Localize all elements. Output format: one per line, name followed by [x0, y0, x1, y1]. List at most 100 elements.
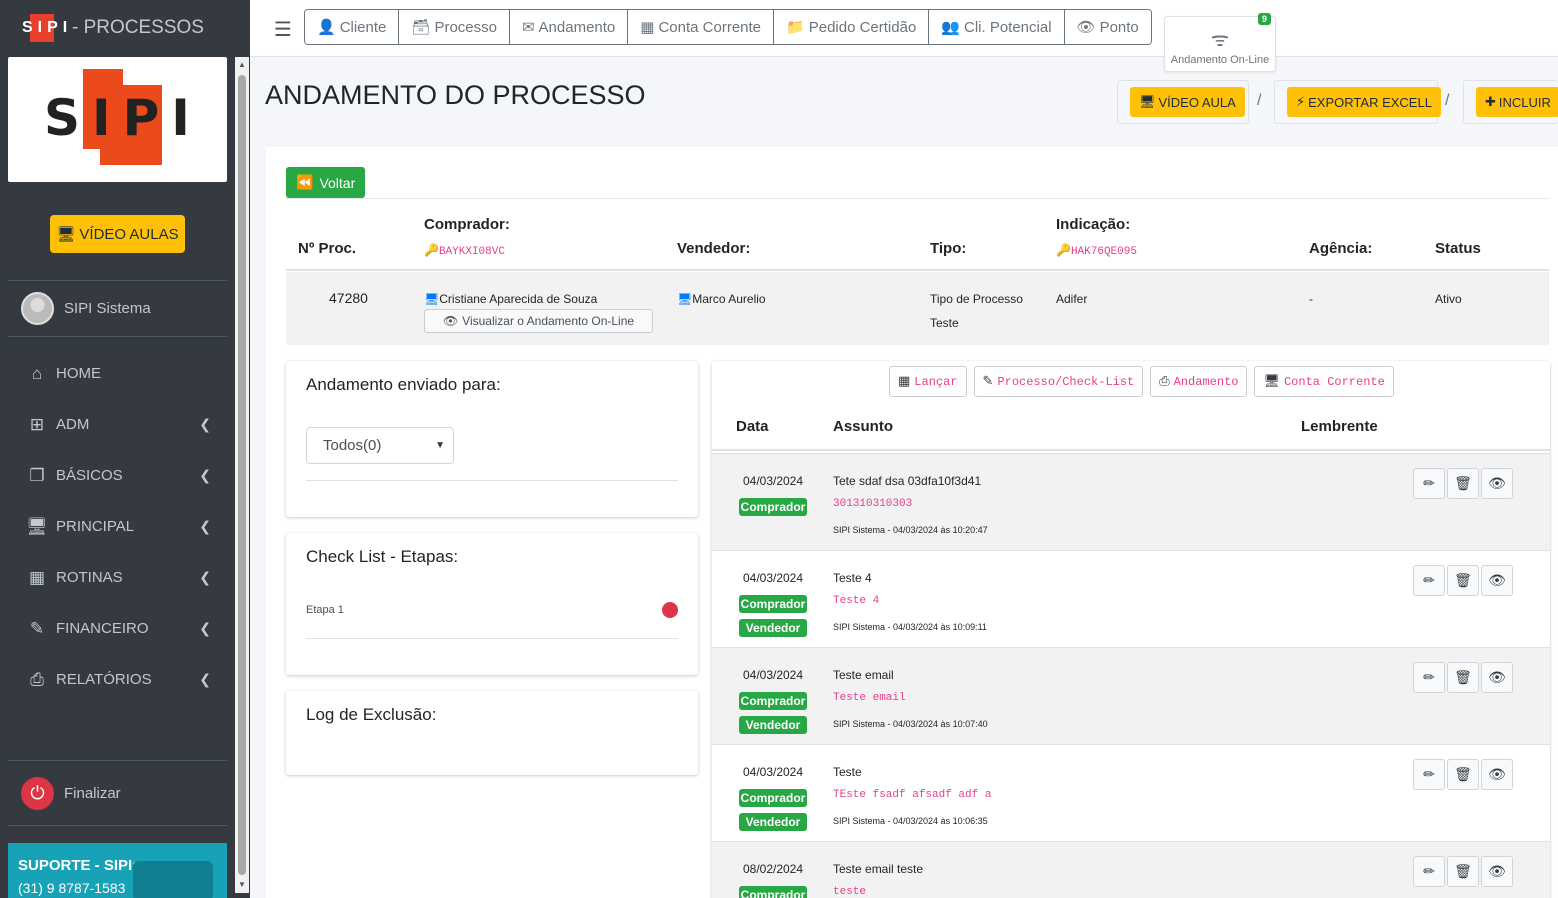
user-panel[interactable]: SIPI Sistema — [8, 280, 227, 337]
top-ponto-button[interactable]: 👁 Ponto — [1064, 10, 1151, 44]
col-comprador: Comprador: — [424, 216, 510, 233]
edit-button[interactable]: ✏ — [1413, 662, 1445, 693]
checklist-card: Check List - Etapas: Etapa 1 — [286, 533, 698, 675]
sidebar-item-principal[interactable]: 🖥 PRINCIPAL ❮ — [8, 501, 227, 552]
hamburger-menu-icon[interactable]: ☰ — [274, 17, 292, 42]
eye-icon: 👁 — [1488, 669, 1506, 685]
top-pedido-certidao-button[interactable]: 📁 Pedido Certidão — [774, 10, 930, 44]
incluir-button[interactable]: ✚ INCLUIR — [1476, 87, 1558, 117]
video-aula-box: 🖥 VÍDEO AULA — [1117, 80, 1249, 124]
processo-checklist-button[interactable]: ✎ Processo/Check-List — [973, 366, 1144, 397]
edit-button[interactable]: ✏ — [1413, 856, 1445, 887]
edit-button[interactable]: ✏ — [1413, 468, 1445, 499]
sidebar-item-adm[interactable]: ⊞ ADM ❮ — [8, 399, 227, 450]
brand-logo: SIPI — [20, 14, 68, 42]
plus-icon: ✚ — [1485, 94, 1496, 109]
col-status: Status — [1435, 240, 1481, 257]
vendedor-name[interactable]: 🖥Marco Aurelio — [677, 292, 766, 306]
conta-corrente-button[interactable]: 🖥 Conta Corrente — [1254, 366, 1394, 397]
comprador-name[interactable]: 🖥Cristiane Aparecida de Souza — [424, 292, 597, 306]
page-title: ANDAMENTO DO PROCESSO — [265, 80, 646, 110]
eye-icon: 👁 — [1076, 19, 1096, 36]
col-agencia: Agência: — [1309, 240, 1373, 257]
calculator-icon: ▦ — [640, 19, 655, 36]
desktop-icon: 🖥 — [677, 292, 693, 306]
tipo-value: Tipo de Processo — [930, 292, 1023, 306]
video-aulas-button[interactable]: 🖥 VÍDEO AULAS — [50, 215, 185, 253]
voltar-button[interactable]: ⏪ Voltar — [286, 167, 366, 198]
andamento-print-button[interactable]: ⎙ Andamento — [1150, 366, 1248, 397]
scroll-down-icon[interactable]: ▼ — [237, 880, 247, 890]
top-conta-corrente-button[interactable]: ▦ Conta Corrente — [628, 10, 775, 44]
avatar — [21, 292, 54, 325]
sidebar-item-basicos[interactable]: ❐ BÁSICOS ❮ — [8, 450, 227, 501]
brand[interactable]: SIPI - PROCESSOS — [0, 0, 250, 56]
pencil-icon: ✏ — [1423, 572, 1435, 588]
chevron-left-icon: ❮ — [199, 467, 211, 483]
trash-icon: 🗑 — [1454, 669, 1472, 685]
scroll-thumb[interactable] — [238, 75, 246, 875]
view-button[interactable]: 👁 — [1481, 565, 1513, 596]
bolt-icon: ⚡ — [1296, 94, 1306, 109]
sidebar-item-relatorios[interactable]: ⎙ RELATÓRIOS ❮ — [8, 654, 227, 705]
delete-button[interactable]: 🗑 — [1447, 662, 1479, 693]
view-button[interactable]: 👁 — [1481, 856, 1513, 887]
row-subject: Teste email — [833, 668, 894, 682]
sidebar-nav: ⌂ HOME ⊞ ADM ❮ ❐ BÁSICOS ❮ 🖥 PRINCIPAL ❮ ▦ ROTIN… — [8, 348, 227, 705]
delete-button[interactable]: 🗑 — [1447, 468, 1479, 499]
sidebar-scrollbar[interactable]: ▲ ▼ — [235, 57, 249, 893]
row-detail: 301310310303 — [833, 498, 913, 510]
eye-icon: 👁 — [1488, 766, 1506, 782]
delete-button[interactable]: 🗑 — [1447, 856, 1479, 887]
desktop-icon: 🖥 — [424, 292, 440, 306]
view-button[interactable]: 👁 — [1481, 468, 1513, 499]
copy-icon: ❐ — [29, 465, 45, 485]
table-row: 08/02/2024 Comprador Teste email teste t… — [712, 841, 1550, 898]
comprador-badge: Comprador — [739, 789, 807, 807]
status-value: Ativo — [1435, 292, 1462, 306]
delete-button[interactable]: 🗑 — [1447, 565, 1479, 596]
top-processo-button[interactable]: 🗃 Processo — [399, 10, 510, 44]
pencil-icon: ✏ — [1423, 475, 1435, 491]
delete-button[interactable]: 🗑 — [1447, 759, 1479, 790]
indicacao-value: Adifer — [1056, 292, 1088, 306]
user-name[interactable]: SIPI Sistema — [64, 300, 151, 317]
sidebar-item-rotinas[interactable]: ▦ ROTINAS ❮ — [8, 552, 227, 603]
view-button[interactable]: 👁 — [1481, 759, 1513, 790]
view-button[interactable]: 👁 — [1481, 662, 1513, 693]
visualizar-online-button[interactable]: 👁 Visualizar o Andamento On-Line — [424, 309, 653, 333]
top-cli-potencial-button[interactable]: 👥 Cli. Potencial — [929, 10, 1065, 44]
comprador-badge: Comprador — [739, 692, 807, 710]
checklist-title: Check List - Etapas: — [306, 547, 459, 566]
eye-icon: 👁 — [442, 314, 459, 328]
top-andamento-button[interactable]: ✉ Andamento — [509, 10, 629, 44]
row-subject: Tete sdaf dsa 03dfa10f3d41 — [833, 474, 982, 488]
desktop-icon: 🖥 — [26, 516, 48, 536]
separator: / — [1257, 92, 1262, 109]
finalizar-button[interactable]: ⏻ Finalizar — [8, 760, 227, 826]
enviado-select[interactable]: Todos(0) ▼ — [306, 427, 454, 464]
exportar-excel-button[interactable]: ⚡ EXPORTAR EXCELL — [1287, 87, 1441, 117]
sidebar-item-financeiro[interactable]: ✎ FINANCEIRO ❮ — [8, 603, 227, 654]
col-lembrente: Lembrente — [1301, 418, 1378, 435]
edit-button[interactable]: ✏ — [1413, 565, 1445, 596]
edit-button[interactable]: ✏ — [1413, 759, 1445, 790]
top-navbar: ☰ 👤 Cliente 🗃 Processo ✉ Andamento ▦ Conta C… — [250, 0, 1558, 72]
andamento-online-card[interactable]: 9 ᯤ Andamento On-Line — [1164, 13, 1276, 72]
pencil-icon: ✏ — [1423, 766, 1435, 782]
tipo-value-line2: Teste — [930, 316, 959, 330]
col-num: Nº Proc. — [298, 240, 356, 257]
top-cliente-button[interactable]: 👤 Cliente — [305, 10, 400, 44]
row-subject: Teste 4 — [833, 571, 872, 585]
video-aula-button[interactable]: 🖥 VÍDEO AULA — [1130, 87, 1245, 117]
sidebar: SIPI - PROCESSOS SIPI ▲ ▼ 🖥 VÍDEO AULAS S… — [0, 0, 250, 898]
row-detail: Teste 4 — [833, 595, 880, 607]
indicacao-code[interactable]: 🔑HAK76QE095 — [1056, 241, 1137, 259]
col-vendedor: Vendedor: — [677, 240, 751, 257]
lancar-button[interactable]: ▦ Lançar — [889, 366, 967, 397]
brand-suffix: - PROCESSOS — [72, 17, 204, 38]
scroll-up-icon[interactable]: ▲ — [237, 60, 247, 70]
comprador-code[interactable]: 🔑BAYKXI08VC — [424, 241, 505, 259]
sidebar-item-home[interactable]: ⌂ HOME — [8, 348, 227, 399]
main-card: ⏪ Voltar Nº Proc. Comprador: 🔑BAYKXI08VC … — [266, 147, 1558, 898]
